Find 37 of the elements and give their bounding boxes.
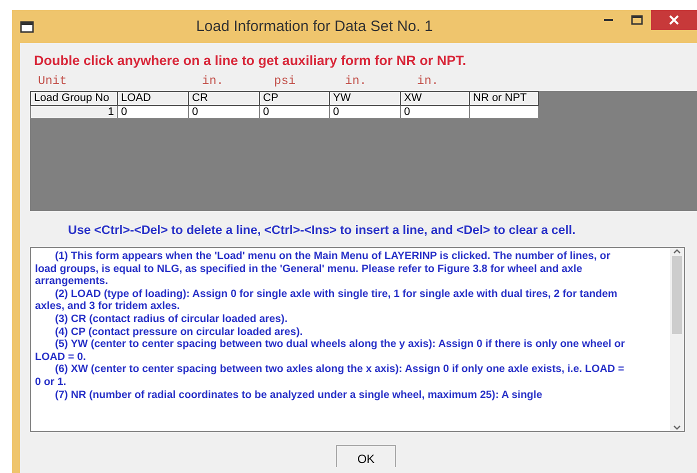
column-header: XW (400, 92, 470, 106)
scroll-up-icon[interactable] (673, 248, 681, 254)
help-paragraph: (1) This form appears when the 'Load' menu on the Main Menu of LAYERINP is clicked. The number of lines, or load groups, is equal to NLG, as specified in the 'General' menu. Please refer to Figure 3.8 for wheel and axle arrangements. (35, 250, 612, 288)
help-paragraph: (7) NR (number of radial coordinates to be analyzed under a single wheel, maximum 25): A single (54, 388, 544, 402)
table-cell[interactable]: 0 (188, 106, 260, 118)
ok-button[interactable]: OK (336, 445, 396, 467)
minimize-icon (604, 18, 614, 22)
table-cell[interactable]: 0 (118, 106, 188, 118)
help-paragraph: (6) XW (center to center spacing between two axles along the x axis): Assign 0 if only one axle exists, i.e. LOAD = 0 or 1. (35, 363, 626, 389)
table-cell[interactable]: 0 (400, 106, 470, 118)
help-paragraph: (3) CR (contact radius of circular loaded ares). (54, 312, 289, 326)
unit-text: in. (201, 74, 225, 90)
row-number: 1 (30, 106, 118, 118)
notice-text: Double click anywhere on a line to get auxiliary form for NR or NPT. (33, 52, 466, 68)
window-icon (20, 20, 34, 32)
column-header: CP (260, 92, 330, 106)
maximize-icon (631, 15, 643, 25)
window-title: Load Information for Data Set No. 1 (195, 18, 434, 35)
instruction-text: Use <Ctrl>-<Del> to delete a line, <Ctrl>-<Ins> to insert a line, and <Del> to clear a cell. (67, 222, 576, 237)
help-paragraph: (5) YW (center to center spacing between two dual wheels along the y axis): Assign 0 if there is only one wheel or LOAD = 0. (35, 338, 626, 364)
unit-text: in. (344, 74, 368, 90)
unit-text: psi (273, 74, 297, 90)
column-header: LOAD (118, 92, 188, 106)
column-header: Load Group No (30, 92, 118, 106)
help-paragraph: (2) LOAD (type of loading): Assign 0 for single axle with single tire, 1 for single axle with dual tires, 2 for tandem axles, and 3 for tridem axles. (35, 288, 618, 313)
table-cell[interactable]: 0 (330, 106, 400, 118)
scroll-down-icon[interactable] (673, 425, 681, 431)
column-header: CR (188, 92, 260, 106)
close-button[interactable] (651, 10, 697, 30)
close-icon (669, 15, 679, 25)
column-header: YW (330, 92, 400, 106)
scrollbar[interactable] (670, 248, 684, 431)
column-header: NR or NPT (470, 92, 538, 106)
table-cell[interactable]: 0 (260, 106, 330, 118)
unit-label: Unit (37, 74, 68, 90)
help-paragraph: (4) CP (contact pressure on circular loaded ares). (54, 326, 304, 338)
unit-text: in. (416, 74, 440, 90)
